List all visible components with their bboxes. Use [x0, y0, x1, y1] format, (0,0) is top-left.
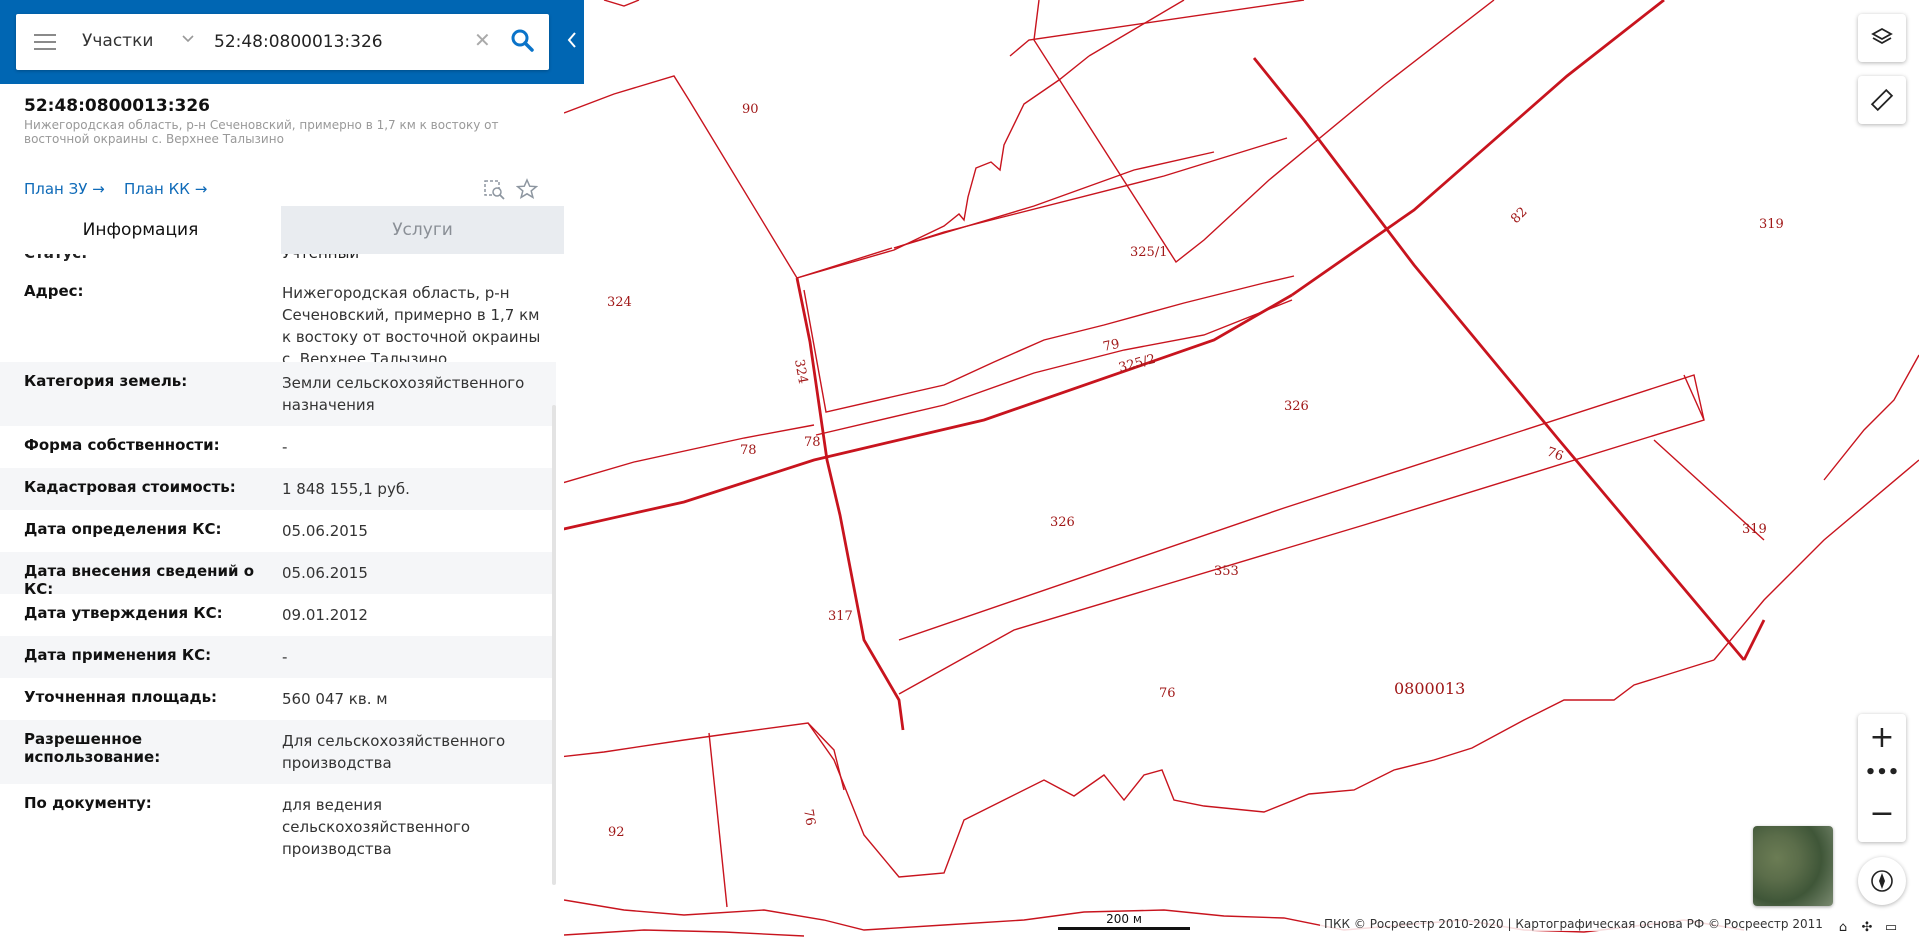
- zoom-out-button[interactable]: −: [1858, 796, 1906, 832]
- table-row: Кадастровая стоимость: 1 848 155,1 руб.: [0, 468, 556, 510]
- basemap-thumbnail[interactable]: [1753, 826, 1833, 906]
- row-value: Учтенный: [282, 254, 359, 262]
- plan-kk-link[interactable]: План КК →: [124, 180, 207, 198]
- row-value: -: [282, 648, 288, 666]
- star-icon[interactable]: [515, 178, 539, 200]
- plan-zu-label: План ЗУ: [24, 180, 88, 198]
- parcel-label: 324: [791, 358, 810, 385]
- compass-icon: [1871, 870, 1893, 892]
- more-button[interactable]: •••: [1858, 764, 1906, 782]
- object-address: Нижегородская область, р-н Сеченовский, …: [24, 118, 499, 146]
- ruler-button[interactable]: [1858, 76, 1906, 124]
- info-panel: Участки ✕ 52:48:0800013:326 Нижегородска…: [0, 0, 584, 939]
- parcel-label: 325/1: [1130, 245, 1167, 260]
- table-row: Категория земель: Земли сельскохозяйстве…: [0, 362, 556, 426]
- plan-zu-link[interactable]: План ЗУ →: [24, 180, 105, 198]
- table-row: Дата применения КС: -: [0, 636, 556, 678]
- row-value: Для сельскохозяйственного производства: [282, 732, 506, 772]
- table-row: По документу: для ведения сельскохозяйст…: [0, 784, 556, 874]
- scale-label: 200 м: [1106, 912, 1142, 926]
- close-icon[interactable]: ✕: [474, 28, 491, 52]
- cadastral-block-label: 0800013: [1394, 679, 1465, 698]
- locate-icon[interactable]: ✣: [1858, 920, 1876, 936]
- row-label: Статус:: [24, 254, 87, 262]
- row-value: Нижегородская область, р-н Сеченовский, …: [282, 284, 541, 368]
- parcel-boundaries: 90 82 319 325/1 324 324 79 325/2 326 78 …: [564, 0, 1919, 937]
- table-row: Разрешенное использование: Для сельскохо…: [0, 720, 556, 784]
- parcel-label: 325/2: [1117, 352, 1157, 376]
- scale-bar: [1058, 927, 1190, 930]
- chevron-down-icon[interactable]: [181, 31, 201, 51]
- home-icon[interactable]: ⌂: [1834, 920, 1852, 936]
- compass-button[interactable]: [1858, 857, 1906, 905]
- row-value: 1 848 155,1 руб.: [282, 480, 410, 498]
- row-label: Дата утверждения КС:: [24, 604, 223, 622]
- hamburger-icon[interactable]: [34, 34, 56, 50]
- search-icon[interactable]: [510, 28, 536, 54]
- table-row: Дата определения КС: 05.06.2015: [0, 510, 556, 552]
- parcel-label: 326: [1050, 515, 1075, 530]
- ruler-icon: [1870, 88, 1894, 112]
- parcel-label: 319: [1742, 522, 1767, 537]
- parcel-label: 319: [1759, 217, 1784, 232]
- search-header: Участки ✕: [0, 0, 584, 84]
- collapse-panel-icon[interactable]: [560, 30, 584, 54]
- row-label: Форма собственности:: [24, 436, 220, 454]
- row-label: Дата применения КС:: [24, 646, 212, 664]
- plan-kk-label: План КК: [124, 180, 190, 198]
- tab-services[interactable]: Услуги: [281, 206, 564, 254]
- layers-icon: [1871, 27, 1893, 45]
- parcel-label: 326: [1284, 399, 1309, 414]
- zoom-in-button[interactable]: +: [1858, 720, 1906, 756]
- tab-info[interactable]: Информация: [0, 206, 281, 254]
- row-label: Дата определения КС:: [24, 520, 222, 538]
- zoom-to-object-icon[interactable]: [483, 178, 505, 200]
- table-row: Дата утверждения КС: 09.01.2012: [0, 594, 556, 636]
- row-value: 560 047 кв. м: [282, 690, 388, 708]
- fullscreen-icon[interactable]: ▭: [1882, 920, 1900, 936]
- cadastral-map[interactable]: 90 82 319 325/1 324 324 79 325/2 326 78 …: [564, 0, 1919, 939]
- bottom-toolbar: ⌂ ✣ ▭: [1834, 916, 1914, 936]
- info-table: Статус: Учтенный Адрес: Нижегородская об…: [0, 254, 556, 939]
- parcel-label: 82: [1508, 205, 1530, 227]
- parcel-label: 78: [804, 435, 821, 450]
- scrollbar[interactable]: [552, 405, 556, 885]
- copyright-text: ПКК © Росреестр 2010-2020 | Картографиче…: [1320, 917, 1827, 931]
- row-value: 09.01.2012: [282, 606, 368, 624]
- table-row: Адрес: Нижегородская область, р-н Сечено…: [0, 272, 556, 368]
- parcel-label: 76: [800, 808, 818, 827]
- parcel-label: 353: [1214, 564, 1239, 579]
- parcel-label: 92: [608, 825, 625, 840]
- row-label: Адрес:: [24, 282, 84, 300]
- parcel-label: 90: [742, 102, 759, 117]
- row-value: 05.06.2015: [282, 564, 368, 582]
- row-value: -: [282, 438, 288, 456]
- row-label: Дата внесения сведений о КС:: [24, 562, 255, 598]
- row-value: для ведения сельскохозяйственного произв…: [282, 796, 471, 858]
- parcel-label: 76: [1545, 445, 1566, 465]
- table-row: Уточненная площадь: 560 047 кв. м: [0, 678, 556, 720]
- search-box: Участки ✕: [16, 14, 549, 70]
- layers-button[interactable]: [1858, 14, 1906, 62]
- row-label: Категория земель:: [24, 372, 188, 390]
- parcel-label: 78: [740, 443, 757, 458]
- row-label: Уточненная площадь:: [24, 688, 218, 706]
- cadastral-number-title: 52:48:0800013:326: [24, 96, 210, 116]
- row-label: Разрешенное использование:: [24, 730, 161, 766]
- table-row: Форма собственности: -: [0, 426, 556, 468]
- row-value: 05.06.2015: [282, 522, 368, 540]
- parcel-label: 76: [1159, 686, 1176, 701]
- category-select[interactable]: Участки: [82, 31, 153, 51]
- zoom-controls: + ••• −: [1858, 714, 1906, 842]
- tabs: Информация Услуги: [0, 206, 564, 254]
- table-row: Дата внесения сведений о КС: 05.06.2015: [0, 552, 556, 598]
- row-label: По документу:: [24, 794, 152, 812]
- table-row: Статус: Учтенный: [0, 254, 556, 272]
- search-input[interactable]: [212, 26, 476, 58]
- row-label: Кадастровая стоимость:: [24, 478, 236, 496]
- row-value: Земли сельскохозяйственного назначения: [282, 374, 525, 414]
- parcel-label: 317: [828, 609, 853, 624]
- parcel-label: 324: [607, 295, 632, 310]
